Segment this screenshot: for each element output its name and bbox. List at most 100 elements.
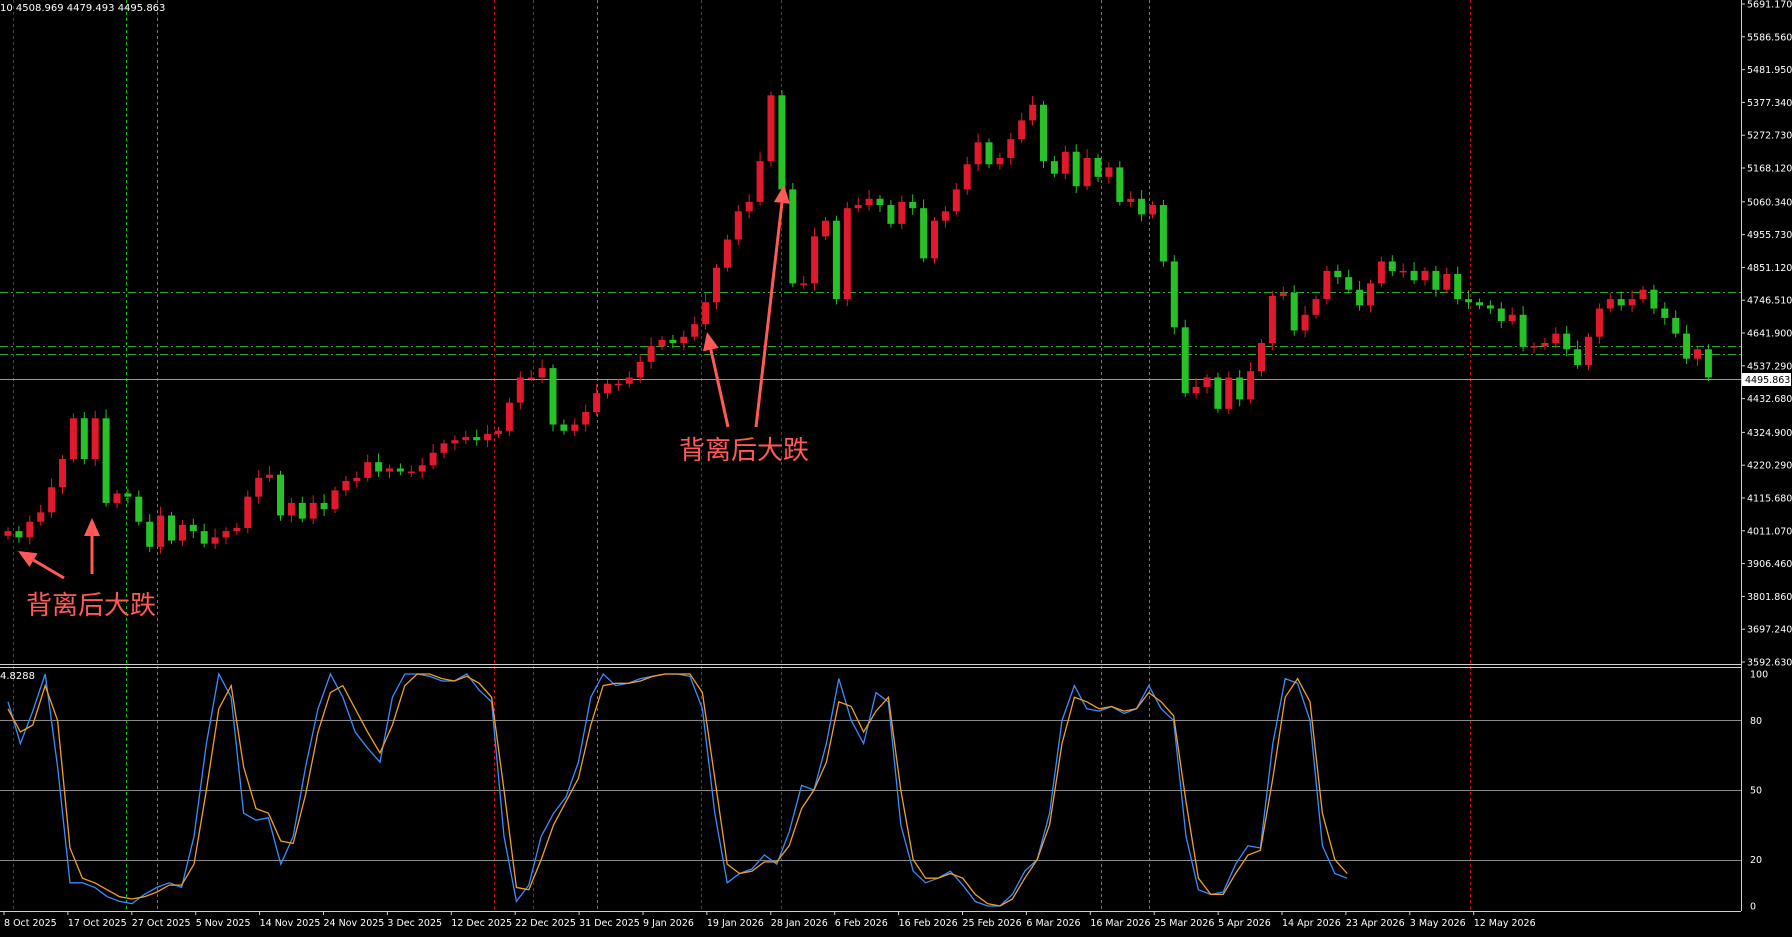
- price-tick-label-13: 4324.900: [1747, 428, 1792, 439]
- candle-body-96: [1050, 161, 1058, 174]
- candle-body-22: [244, 496, 252, 528]
- candle-body-103: [1127, 198, 1135, 202]
- price-tick-label-6: 5060.340: [1747, 197, 1792, 208]
- candle-body-3: [37, 512, 45, 522]
- candle-body-72: [789, 189, 797, 284]
- candle-body-83: [909, 201, 917, 209]
- candle-body-23: [255, 477, 263, 497]
- candle-body-147: [1606, 299, 1614, 309]
- candle-body-132: [1443, 274, 1451, 290]
- candle-body-89: [974, 142, 982, 165]
- time-tick-label-21: 23 Apr 2026: [1346, 918, 1405, 929]
- candle-body-24: [266, 474, 274, 478]
- time-tick-label-11: 19 Jan 2026: [707, 918, 764, 929]
- time-tick-label-19: 5 Apr 2026: [1218, 918, 1271, 929]
- time-tick-label-20: 14 Apr 2026: [1282, 918, 1341, 929]
- candle-body-54: [593, 393, 601, 412]
- time-tick-label-10: 9 Jan 2026: [643, 918, 694, 929]
- candle-body-105: [1149, 205, 1156, 215]
- price-tick-label-5: 5168.120: [1747, 164, 1792, 175]
- candle-body-42: [462, 437, 470, 441]
- candle-body-46: [505, 402, 513, 431]
- time-tick-label-22: 3 May 2026: [1410, 918, 1466, 929]
- candle-body-133: [1454, 274, 1462, 300]
- candle-body-136: [1486, 305, 1494, 309]
- price-axis-labels: 5691.170 5586.560 5481.950 5377.340 5272.730…: [1741, 0, 1792, 669]
- candle-body-137: [1497, 308, 1505, 322]
- candle-body-134: [1465, 299, 1473, 303]
- candle-body-116: [1268, 295, 1276, 344]
- candle-body-10: [113, 493, 121, 503]
- candle-body-74: [811, 236, 819, 284]
- candle-body-113: [1236, 377, 1244, 400]
- candle-body-156: [1704, 349, 1712, 378]
- candle-body-27: [298, 502, 306, 519]
- osc-tick-label-3: 20: [1750, 855, 1762, 866]
- candle-body-44: [484, 433, 492, 441]
- candle-body-84: [920, 208, 928, 259]
- time-tick-label-0: 8 Oct 2025: [4, 918, 57, 929]
- candle-body-131: [1432, 270, 1440, 290]
- candle-body-140: [1530, 346, 1538, 348]
- candle-body-87: [952, 189, 960, 212]
- chart-background: [0, 0, 1792, 937]
- candle-body-77: [843, 208, 851, 300]
- candle-body-71: [778, 95, 786, 190]
- candle-body-66: [723, 239, 731, 268]
- candle-body-139: [1519, 314, 1527, 347]
- time-tick-label-17: 16 Mar 2026: [1090, 918, 1150, 929]
- price-tick-label-10: 4641.900: [1747, 329, 1792, 340]
- time-tick-label-14: 16 Feb 2026: [899, 918, 958, 929]
- candle-body-120: [1312, 299, 1320, 315]
- time-tick-label-23: 12 May 2026: [1474, 918, 1536, 929]
- candle-body-135: [1476, 302, 1483, 306]
- annotation-text-2: 背离后大跌: [679, 436, 809, 466]
- candle-body-86: [941, 211, 949, 221]
- candle-body-145: [1585, 336, 1592, 365]
- candle-body-92: [1007, 139, 1015, 159]
- candle-body-144: [1574, 349, 1582, 365]
- candle-body-4: [48, 487, 56, 513]
- candle-body-36: [396, 468, 404, 472]
- candle-body-49: [538, 368, 546, 378]
- time-tick-label-1: 17 Oct 2025: [68, 918, 127, 929]
- candle-body-101: [1105, 167, 1113, 177]
- candle-body-80: [876, 198, 884, 206]
- candle-body-104: [1138, 198, 1146, 215]
- candle-body-148: [1617, 299, 1625, 306]
- candle-body-126: [1377, 261, 1385, 284]
- candle-body-26: [287, 502, 295, 516]
- candle-body-18: [200, 531, 208, 544]
- candle-body-48: [527, 377, 535, 379]
- candle-body-108: [1181, 327, 1189, 394]
- candle-body-38: [418, 465, 426, 472]
- price-tick-label-18: 3801.860: [1747, 592, 1792, 603]
- candle-body-53: [582, 411, 590, 425]
- candle-body-56: [614, 383, 622, 386]
- time-tick-label-6: 3 Dec 2025: [387, 918, 442, 929]
- candle-body-61: [669, 339, 677, 344]
- candle-body-112: [1225, 377, 1233, 409]
- candle-body-154: [1683, 333, 1691, 359]
- candle-body-5: [59, 459, 66, 488]
- candle-body-138: [1508, 314, 1516, 322]
- time-tick-label-13: 6 Feb 2026: [835, 918, 888, 929]
- candle-body-125: [1367, 283, 1374, 306]
- candle-body-14: [157, 515, 165, 547]
- candle-body-122: [1334, 270, 1342, 278]
- candle-body-35: [386, 468, 393, 472]
- candle-body-109: [1192, 386, 1200, 394]
- trading-chart[interactable]: 5691.170 5586.560 5481.950 5377.340 5272.730…: [0, 0, 1792, 937]
- candle-body-68: [745, 201, 753, 212]
- price-tick-label-8: 4851.120: [1747, 263, 1792, 274]
- candle-body-69: [756, 161, 764, 202]
- annotation-text-1: 背离后大跌: [26, 591, 156, 621]
- time-tick-label-7: 12 Dec 2025: [451, 918, 512, 929]
- candle-body-33: [364, 462, 372, 478]
- candle-body-0: [4, 531, 12, 536]
- candle-body-85: [931, 220, 938, 259]
- candle-body-151: [1650, 289, 1658, 309]
- price-tick-label-14: 4220.290: [1747, 461, 1792, 472]
- price-tick-label-19: 3697.240: [1747, 625, 1792, 636]
- candle-body-21: [233, 527, 241, 532]
